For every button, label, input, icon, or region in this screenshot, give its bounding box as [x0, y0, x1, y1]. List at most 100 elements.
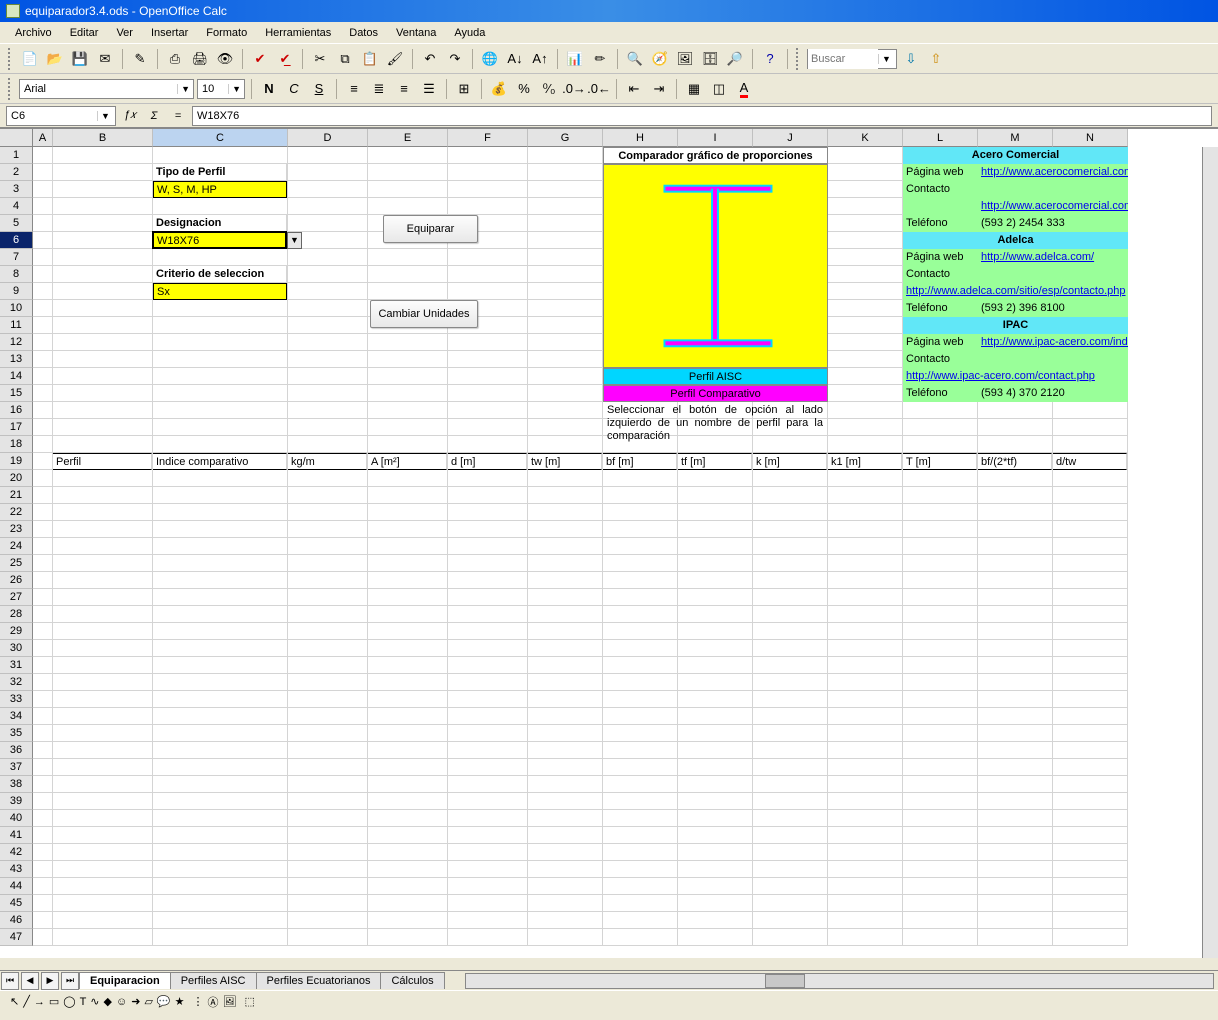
- menu-ver[interactable]: Ver: [109, 25, 140, 41]
- row-header-12[interactable]: 12: [0, 334, 33, 351]
- underline-button[interactable]: S: [308, 78, 330, 100]
- open-button[interactable]: 📂: [44, 48, 66, 70]
- toolbar-grip[interactable]: [8, 48, 14, 70]
- align-left-button[interactable]: ≡: [343, 78, 365, 100]
- line-button[interactable]: ╱: [23, 995, 30, 1008]
- tab-equiparacion[interactable]: Equiparacion: [79, 972, 171, 989]
- row-header-36[interactable]: 36: [0, 742, 33, 759]
- row-header-8[interactable]: 8: [0, 266, 33, 283]
- find-prev-button[interactable]: ⇧: [925, 48, 947, 70]
- align-justify-button[interactable]: ☰: [418, 78, 440, 100]
- row-header-42[interactable]: 42: [0, 844, 33, 861]
- symbol-shapes-button[interactable]: ☺: [116, 996, 127, 1008]
- select-all-corner[interactable]: [0, 129, 33, 147]
- provider-link[interactable]: http://www.acerocomercial.com/: [978, 198, 1128, 215]
- menu-archivo[interactable]: Archivo: [8, 25, 59, 41]
- font-name-select[interactable]: Arial▼: [19, 79, 194, 99]
- toolbar-grip-3[interactable]: [8, 78, 14, 100]
- row-header-41[interactable]: 41: [0, 827, 33, 844]
- provider-link[interactable]: http://www.ipac-acero.com/contact.php: [903, 368, 1128, 385]
- row-header-17[interactable]: 17: [0, 419, 33, 436]
- search-box[interactable]: ▼: [807, 49, 897, 69]
- row-header-24[interactable]: 24: [0, 538, 33, 555]
- points-button[interactable]: ⋮: [192, 995, 203, 1008]
- tab-prev-button[interactable]: ◀: [21, 972, 39, 990]
- row-header-7[interactable]: 7: [0, 249, 33, 266]
- column-header-L[interactable]: L: [903, 129, 978, 147]
- row-header-31[interactable]: 31: [0, 657, 33, 674]
- row-header-15[interactable]: 15: [0, 385, 33, 402]
- row-header-40[interactable]: 40: [0, 810, 33, 827]
- horizontal-scrollbar[interactable]: [465, 973, 1214, 989]
- bold-button[interactable]: N: [258, 78, 280, 100]
- select-tool-button[interactable]: ↖: [10, 995, 19, 1008]
- row-header-11[interactable]: 11: [0, 317, 33, 334]
- row-header-4[interactable]: 4: [0, 198, 33, 215]
- sort-asc-button[interactable]: A↓: [504, 48, 526, 70]
- cell[interactable]: W18X76: [153, 232, 287, 249]
- undo-button[interactable]: ↶: [419, 48, 441, 70]
- provider-link[interactable]: http://www.adelca.com/sitio/esp/contacto…: [903, 283, 1128, 300]
- menu-datos[interactable]: Datos: [342, 25, 385, 41]
- arrow-tool-button[interactable]: →: [34, 996, 45, 1008]
- row-header-21[interactable]: 21: [0, 487, 33, 504]
- cell[interactable]: kg/m: [288, 453, 367, 470]
- from-file-button[interactable]: 🖼: [222, 995, 236, 1008]
- row-header-14[interactable]: 14: [0, 368, 33, 385]
- cut-button[interactable]: ✂: [309, 48, 331, 70]
- currency-button[interactable]: 💰: [488, 78, 510, 100]
- equiparar-button[interactable]: Equiparar: [383, 215, 478, 243]
- row-header-19[interactable]: 19: [0, 453, 33, 470]
- function-wizard-button[interactable]: ƒ𝑥: [120, 106, 140, 126]
- column-header-A[interactable]: A: [33, 129, 53, 147]
- toolbar-grip-2[interactable]: [796, 48, 802, 70]
- cell[interactable]: d/tw: [1053, 453, 1127, 470]
- cell[interactable]: A [m²]: [368, 453, 447, 470]
- column-header-M[interactable]: M: [978, 129, 1053, 147]
- row-header-3[interactable]: 3: [0, 181, 33, 198]
- print-button[interactable]: 🖨: [189, 48, 211, 70]
- new-button[interactable]: 📄: [19, 48, 41, 70]
- column-header-N[interactable]: N: [1053, 129, 1128, 147]
- cell[interactable]: Indice comparativo: [153, 453, 287, 470]
- cell[interactable]: Sx: [153, 283, 287, 300]
- gallery-button[interactable]: 🖼: [674, 48, 696, 70]
- column-header-J[interactable]: J: [753, 129, 828, 147]
- block-arrows-button[interactable]: ➜: [131, 995, 140, 1008]
- row-header-39[interactable]: 39: [0, 793, 33, 810]
- sum-button[interactable]: Σ: [144, 106, 164, 126]
- align-right-button[interactable]: ≡: [393, 78, 415, 100]
- autocheck-button[interactable]: ✔̲: [274, 48, 296, 70]
- preview-button[interactable]: 👁: [214, 48, 236, 70]
- vertical-scrollbar[interactable]: [1202, 147, 1218, 958]
- cell[interactable]: T [m]: [903, 453, 977, 470]
- name-box[interactable]: ▼: [6, 106, 116, 126]
- row-header-27[interactable]: 27: [0, 589, 33, 606]
- column-header-B[interactable]: B: [53, 129, 153, 147]
- help-button[interactable]: ?: [759, 48, 781, 70]
- tab-perfiles-aisc[interactable]: Perfiles AISC: [170, 972, 257, 989]
- search-input[interactable]: [808, 49, 878, 69]
- tab-last-button[interactable]: ⏭: [61, 972, 79, 990]
- column-header-G[interactable]: G: [528, 129, 603, 147]
- column-header-C[interactable]: C: [153, 129, 288, 147]
- cambiar-unidades-button[interactable]: Cambiar Unidades: [370, 300, 478, 328]
- column-header-D[interactable]: D: [288, 129, 368, 147]
- merge-button[interactable]: ⊞: [453, 78, 475, 100]
- stars-button[interactable]: ★: [175, 995, 185, 1008]
- cell[interactable]: k [m]: [753, 453, 827, 470]
- align-center-button[interactable]: ≣: [368, 78, 390, 100]
- row-header-13[interactable]: 13: [0, 351, 33, 368]
- save-button[interactable]: 💾: [69, 48, 91, 70]
- row-header-45[interactable]: 45: [0, 895, 33, 912]
- equals-button[interactable]: =: [168, 106, 188, 126]
- add-decimal-button[interactable]: .0→: [563, 78, 585, 100]
- find-next-button[interactable]: ⇩: [900, 48, 922, 70]
- row-header-18[interactable]: 18: [0, 436, 33, 453]
- spellcheck-button[interactable]: ✔: [249, 48, 271, 70]
- row-header-25[interactable]: 25: [0, 555, 33, 572]
- extrusion-button[interactable]: ⬚: [244, 995, 254, 1008]
- cell[interactable]: tw [m]: [528, 453, 602, 470]
- decrease-indent-button[interactable]: ⇤: [623, 78, 645, 100]
- row-header-32[interactable]: 32: [0, 674, 33, 691]
